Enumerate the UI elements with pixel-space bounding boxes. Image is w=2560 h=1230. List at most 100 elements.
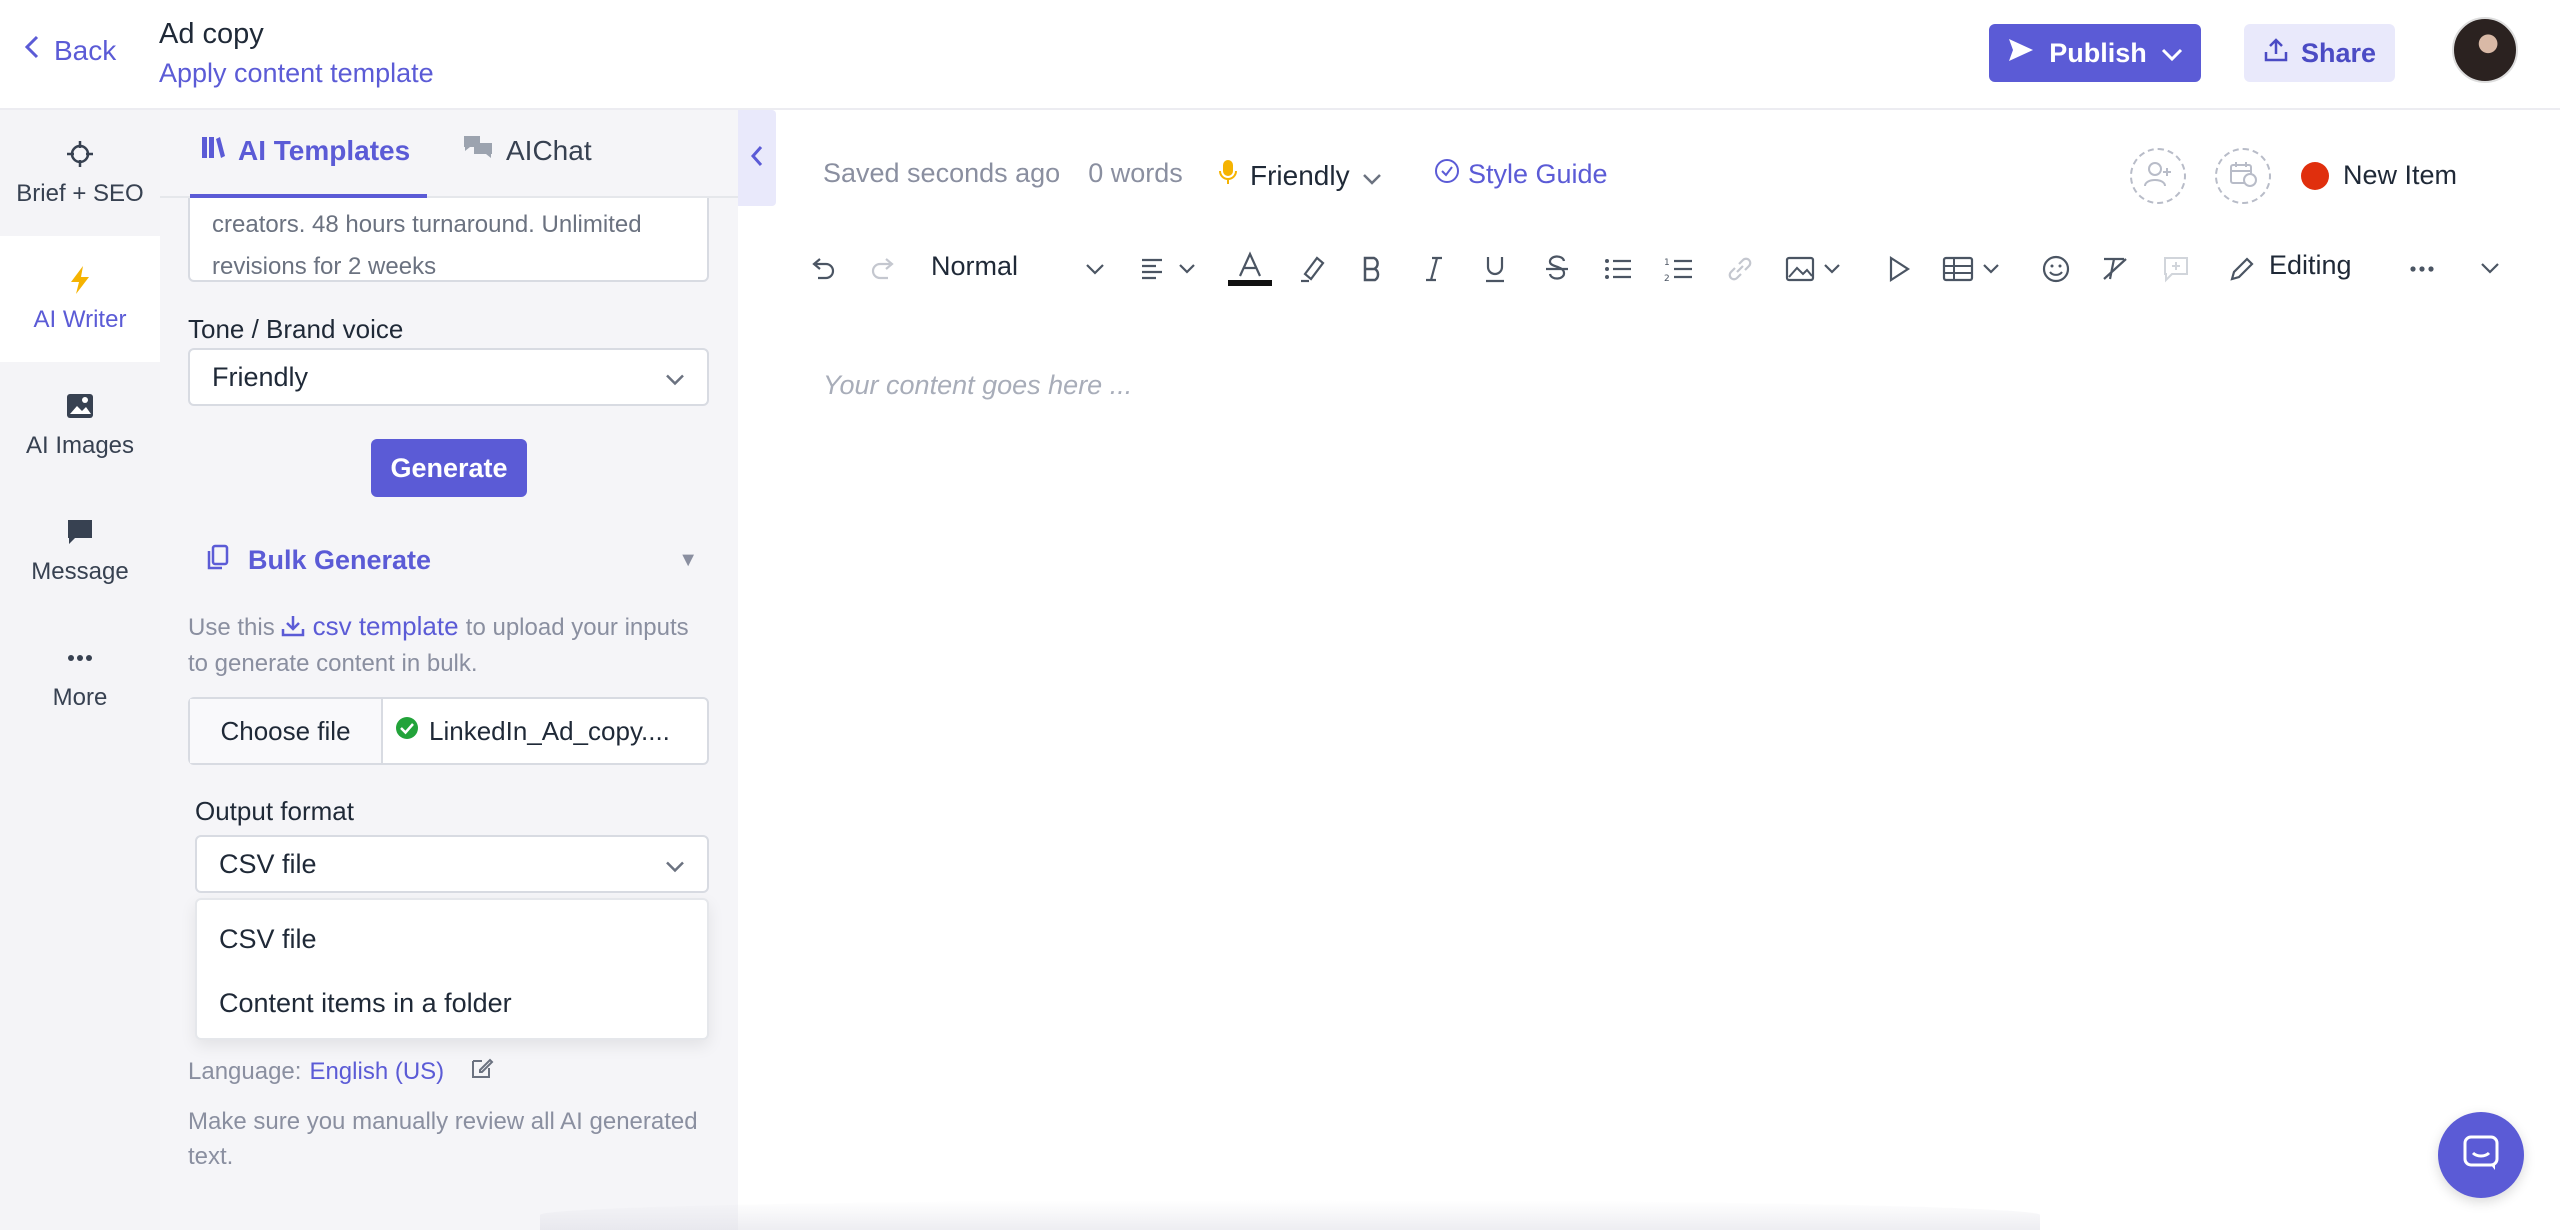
output-format-value: CSV file [219, 848, 317, 879]
language-row: Language: English (US) [188, 1056, 494, 1087]
tab-ai-templates[interactable]: AI Templates [200, 134, 410, 167]
schedule-button[interactable] [2215, 148, 2271, 204]
panel-tabs: AI Templates AIChat [160, 110, 738, 198]
check-circle-outline-icon [1434, 158, 1460, 191]
message-icon [64, 516, 96, 548]
lightning-icon [64, 264, 96, 296]
back-button[interactable]: Back [24, 34, 116, 67]
check-circle-icon [395, 716, 419, 747]
image-insert-icon[interactable] [1785, 250, 1845, 288]
chevron-down-icon [665, 849, 685, 880]
crosshair-icon [64, 138, 96, 170]
language-value-link[interactable]: English (US) [309, 1058, 444, 1086]
chevron-down-icon [665, 362, 685, 393]
more-icon [64, 642, 96, 674]
undo-icon[interactable] [808, 250, 838, 288]
bulk-help-text: Use this csv template to upload your inp… [188, 608, 708, 682]
copy-icon [206, 544, 230, 577]
tab-aichat[interactable]: AIChat [462, 134, 592, 167]
chevron-left-icon [750, 144, 764, 173]
redo-icon[interactable] [868, 250, 898, 288]
description-textarea[interactable]: creators. 48 hours turnaround. Unlimited… [188, 190, 709, 282]
calendar-clock-icon [2228, 160, 2258, 193]
back-label: Back [54, 34, 117, 66]
nav-item-ai-writer[interactable]: AI Writer [0, 236, 160, 362]
edit-icon[interactable] [470, 1056, 494, 1087]
help-prefix: Use this [188, 614, 275, 641]
active-tab-indicator [190, 194, 427, 198]
tab-label: AI Templates [238, 134, 411, 166]
books-icon [200, 134, 226, 167]
editor-status: Saved seconds ago 0 words [823, 158, 1183, 189]
emoji-icon[interactable] [2041, 250, 2071, 288]
numbered-list-icon[interactable]: 12 [1664, 250, 1694, 288]
nav-label: AI Images [25, 432, 135, 459]
send-icon [2007, 37, 2035, 70]
bulk-generate-label: Bulk Generate [248, 544, 432, 575]
clear-format-icon[interactable] [2100, 250, 2132, 288]
publish-label: Publish [2049, 37, 2147, 68]
publish-button[interactable]: Publish [1989, 24, 2201, 82]
output-format-label: Output format [195, 796, 354, 826]
nav-filler [0, 740, 160, 1230]
table-icon[interactable] [1942, 250, 2004, 288]
choose-file-button[interactable]: Choose file [190, 699, 383, 763]
option-csv-file[interactable]: CSV file [219, 924, 317, 955]
link-icon[interactable] [1725, 250, 1755, 288]
csv-template-label: csv template [312, 611, 459, 641]
nav-item-more[interactable]: More [0, 614, 160, 740]
editor-content-area[interactable]: Your content goes here ... [823, 370, 1132, 401]
editing-mode-select[interactable]: Editing [2229, 250, 2500, 281]
file-name-label: LinkedIn_Ad_copy.... [429, 715, 670, 746]
nav-label: Brief + SEO [16, 180, 144, 207]
item-status[interactable]: New Item [2301, 160, 2457, 191]
chat-bubbles-icon [462, 134, 494, 167]
style-guide-link[interactable]: Style Guide [1434, 158, 1608, 191]
option-content-items-folder[interactable]: Content items in a folder [219, 988, 512, 1019]
nav-item-ai-images[interactable]: AI Images [0, 362, 160, 488]
chevron-left-icon [24, 34, 40, 67]
paragraph-style-select[interactable]: Normal [931, 251, 1018, 282]
left-navigation: Brief + SEO AI Writer AI Images Message … [0, 110, 160, 1230]
ai-templates-panel: creators. 48 hours turnaround. Unlimited… [160, 110, 738, 1230]
italic-icon[interactable] [1422, 250, 1446, 288]
play-icon[interactable] [1886, 250, 1912, 288]
image-icon [64, 390, 96, 422]
generate-button[interactable]: Generate [371, 439, 527, 497]
selected-file: LinkedIn_Ad_copy.... [383, 699, 707, 763]
support-chat-button[interactable] [2438, 1112, 2524, 1198]
strikethrough-icon[interactable] [1544, 250, 1570, 288]
nav-item-brief-seo[interactable]: Brief + SEO [0, 110, 160, 236]
apply-template-link[interactable]: Apply content template [159, 58, 434, 89]
font-color-icon[interactable] [1226, 250, 1274, 288]
tone-select[interactable]: Friendly [188, 348, 709, 406]
share-label: Share [2300, 37, 2377, 68]
csv-template-link[interactable]: csv template [281, 611, 465, 641]
bulk-generate-toggle[interactable]: Bulk Generate ▼ [206, 538, 698, 582]
collapse-panel-button[interactable] [738, 110, 776, 206]
user-avatar[interactable] [2452, 17, 2518, 83]
voice-selector[interactable]: Friendly [1218, 158, 1382, 193]
file-upload: Choose file LinkedIn_Ad_copy.... [188, 697, 709, 765]
share-button[interactable]: Share [2244, 24, 2395, 82]
bottom-shadow [540, 1200, 2040, 1230]
svg-text:1: 1 [1664, 258, 1670, 268]
microphone-icon [1218, 158, 1238, 193]
add-collaborator-button[interactable] [2130, 148, 2186, 204]
bullet-list-icon[interactable] [1603, 250, 1633, 288]
underline-icon[interactable] [1482, 250, 1508, 288]
add-comment-icon[interactable] [2162, 250, 2190, 288]
caret-down-icon: ▼ [678, 548, 698, 571]
chevron-down-icon[interactable] [1085, 250, 1105, 288]
document-title: Ad copy [159, 18, 264, 50]
highlighter-icon[interactable] [1297, 250, 1327, 288]
bold-icon[interactable] [1360, 250, 1384, 288]
tone-label: Tone / Brand voice [188, 314, 404, 344]
item-status-label: New Item [2343, 160, 2458, 190]
nav-item-message[interactable]: Message [0, 488, 160, 614]
align-left-icon[interactable] [1140, 250, 1198, 288]
chevron-down-icon [1362, 160, 1382, 192]
status-dot-icon [2301, 161, 2329, 190]
output-format-select[interactable]: CSV file [195, 835, 709, 893]
chevron-down-icon [2161, 38, 2183, 69]
